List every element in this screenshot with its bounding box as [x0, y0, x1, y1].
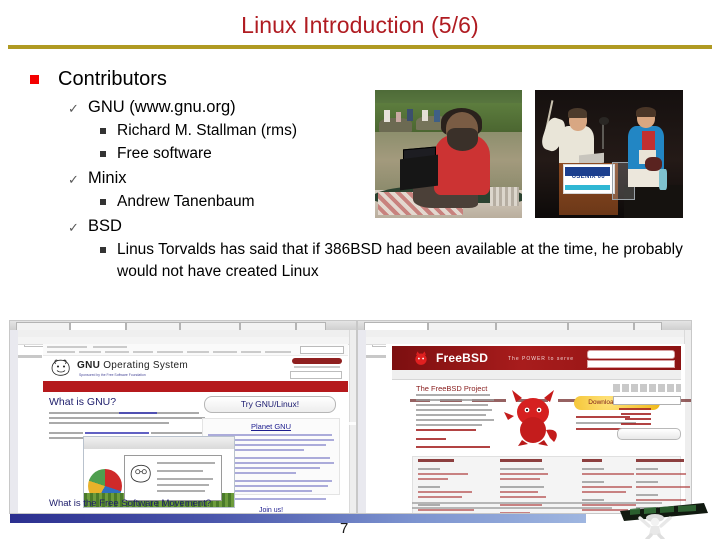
usenix-06-conference-photo: USENIX'06	[535, 90, 683, 218]
gnu-join-fsf-button[interactable]	[292, 358, 342, 364]
gnu-page-body: GNU Operating System Sponsored by the Fr…	[43, 344, 356, 514]
gnu-try-gnulinux-button[interactable]: Try GNU/Linux!	[204, 396, 336, 413]
bullet-level3-label: Richard M. Stallman (rms)	[117, 122, 297, 139]
usenix-sign-text: USENIX'06	[571, 174, 605, 181]
gnu-heading-free-software-movement: What is the Free Software Movement?	[49, 498, 212, 509]
gnu-planet-title: Planet GNU	[250, 422, 292, 431]
freebsd-language-select[interactable]	[613, 396, 681, 405]
square-bullet-icon	[100, 247, 106, 253]
freebsd-org-website-screenshot: FreeBSD The POWER to serve The FreeBSD P…	[357, 320, 692, 514]
check-icon: ✓	[68, 101, 79, 116]
check-icon: ✓	[68, 172, 79, 187]
bullet-level2-bsd: ✓ BSD	[0, 215, 720, 238]
square-bullet-icon	[100, 151, 106, 157]
freebsd-page-body: FreeBSD The POWER to serve The FreeBSD P…	[386, 344, 691, 513]
check-icon: ✓	[68, 220, 79, 235]
title-divider	[8, 45, 712, 49]
gnu-heading-what-is-gnu: What is GNU?	[49, 396, 117, 408]
gnu-search-field[interactable]	[300, 346, 344, 354]
freebsd-new-to-freebsd-button[interactable]	[617, 428, 681, 440]
freebsd-nav-bar[interactable]	[392, 370, 691, 402]
bullet-level2-label: BSD	[88, 217, 122, 235]
browser-sidebar	[358, 330, 366, 513]
bullet-level1-label: Contributors	[58, 68, 167, 90]
gnu-nav-bar[interactable]	[43, 381, 356, 425]
square-bullet-icon	[100, 199, 106, 205]
gnu-head-logo-icon	[51, 359, 70, 376]
gnu-language-bar	[43, 344, 348, 356]
gnu-face-sketch-icon	[130, 464, 151, 483]
gnu-email-signup-field[interactable]	[290, 371, 342, 379]
freebsd-heading: The FreeBSD Project	[416, 384, 488, 393]
red-square-bullet-icon	[30, 75, 39, 84]
square-bullet-icon	[100, 128, 106, 134]
gnu-join-us-title: Join us!	[258, 507, 284, 514]
gnu-logo-suffix: Operating System	[100, 360, 189, 371]
freebsd-search-button[interactable]	[587, 350, 675, 359]
freebsd-tagline: The POWER to serve	[508, 356, 575, 362]
bullet-level3-torvalds-quote: Linus Torvalds has said that if 386BSD h…	[0, 239, 720, 283]
gnu-org-website-screenshot: GNU Operating System Sponsored by the Fr…	[9, 320, 357, 514]
bullet-level2-label: GNU (www.gnu.org)	[88, 98, 236, 116]
bullet-level2-label: Minix	[88, 169, 127, 187]
freebsd-header-bar: FreeBSD The POWER to serve	[392, 346, 681, 370]
gnu-logo-subtitle: Sponsored by the Free Software Foundatio…	[79, 373, 146, 377]
gnu-site-logo-text: GNU Operating System	[77, 360, 188, 371]
page-title: Linux Introduction (5/6)	[241, 12, 479, 38]
page-number: 7	[340, 520, 349, 537]
freebsd-language-flags[interactable]	[613, 384, 681, 392]
bullet-level3-label: Andrew Tanenbaum	[117, 193, 255, 210]
mascot-figure-with-banner	[620, 503, 708, 539]
bullet-level3-label: Linus Torvalds has said that if 386BSD h…	[117, 241, 683, 280]
freebsd-logo-text: FreeBSD	[436, 351, 489, 365]
gnu-logo-word: GNU	[77, 360, 101, 371]
richard-stallman-boat-photo	[375, 90, 522, 218]
bullet-level3-label: Free software	[117, 145, 212, 162]
freebsd-search-field[interactable]	[587, 360, 675, 368]
gnu-try-button-label: Try GNU/Linux!	[240, 399, 300, 409]
bullet-level1-contributors: Contributors	[0, 66, 720, 92]
bsd-daemon-icon	[415, 351, 427, 365]
browser-sidebar	[10, 330, 18, 513]
bsd-daemon-mascot-icon	[504, 390, 557, 446]
footer-accent-bar	[10, 514, 586, 523]
